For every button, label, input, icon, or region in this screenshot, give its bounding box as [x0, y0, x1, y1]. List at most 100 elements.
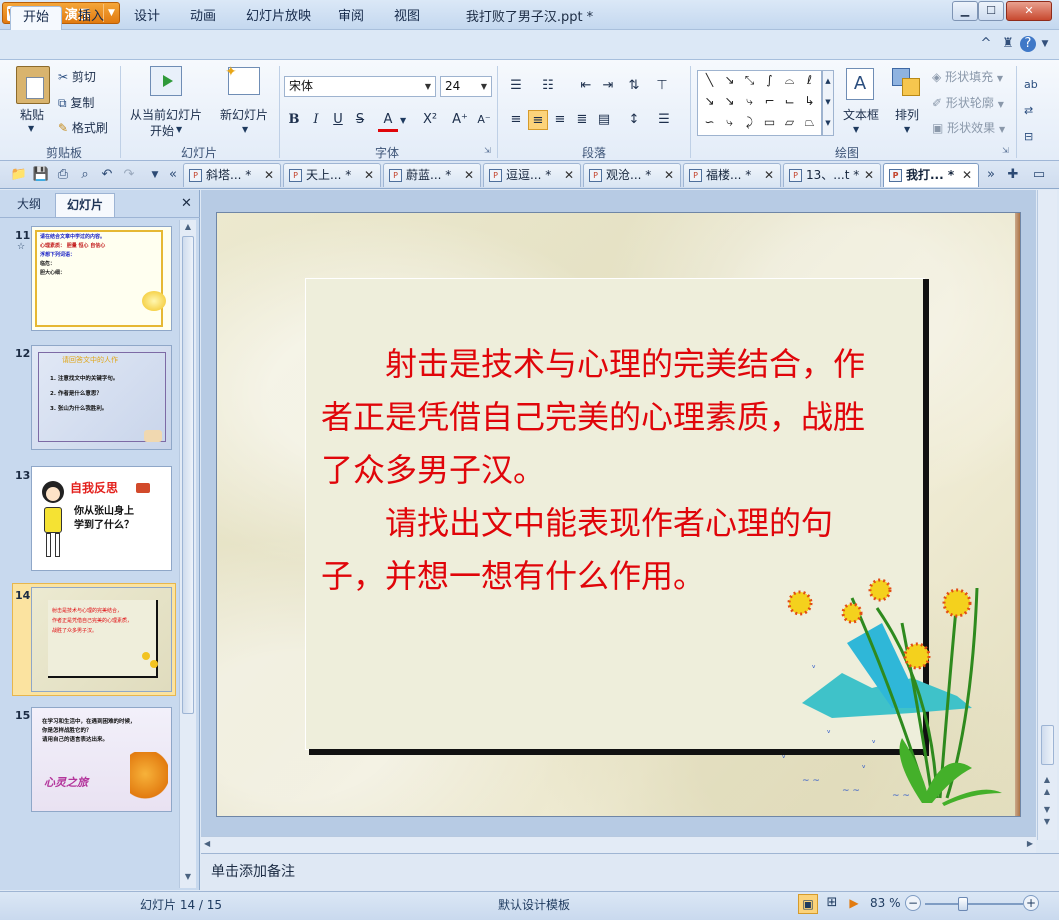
start-dropdown-icon[interactable]: ▼ — [176, 125, 182, 134]
tab-slides[interactable]: 幻灯片 — [55, 193, 115, 217]
numbered-list-button[interactable]: ☷ — [538, 76, 558, 96]
close-tab-icon[interactable]: ✕ — [564, 164, 574, 186]
zoom-in-button[interactable]: + — [1023, 895, 1039, 911]
freeform-shape-icon[interactable]: ⌓ — [780, 71, 799, 90]
play-from-current-icon[interactable] — [150, 66, 182, 96]
close-tab-icon[interactable]: ✕ — [664, 164, 674, 186]
document-tab[interactable]: P 逗逗... * ✕ — [483, 163, 581, 187]
collapse-ribbon-icon[interactable]: ^ — [978, 36, 994, 52]
bullet-list-button[interactable]: ☰ — [506, 76, 526, 96]
scroll-right-icon[interactable]: ▶ — [1027, 839, 1033, 848]
save-icon[interactable]: 💾 — [32, 166, 50, 184]
text-box-dropdown-icon[interactable]: ▼ — [853, 125, 859, 134]
copy-button[interactable]: ⧉ 复制 — [58, 94, 94, 111]
slide-text-box[interactable]: 射击是技术与心理的完美结合，作者正是凭借自己完美的心理素质，战胜了众多男子汉。 … — [321, 338, 896, 603]
paste-dropdown-icon[interactable]: ▼ — [28, 124, 34, 133]
new-slide-icon[interactable]: ✦ — [225, 64, 260, 95]
tab-animation[interactable]: 动画 — [178, 6, 228, 30]
close-tab-icon[interactable]: ✕ — [464, 164, 474, 186]
connector-arrow-shape-icon[interactable]: ↘ — [720, 92, 739, 111]
paste-icon[interactable] — [16, 66, 50, 104]
arrow-shape-icon[interactable]: ↘ — [720, 71, 739, 90]
minimize-button[interactable]: ▁ — [952, 1, 978, 21]
zoom-slider-thumb[interactable] — [958, 897, 968, 911]
close-tab-icon[interactable]: ✕ — [264, 164, 274, 186]
help-dropdown-icon[interactable]: ▼ — [1037, 36, 1053, 52]
increase-indent-button[interactable]: ⇥ — [598, 76, 618, 96]
arrange-icon[interactable] — [892, 68, 922, 98]
text-box-label[interactable]: 文本框 — [843, 106, 879, 123]
format-painter-button[interactable]: ✎ 格式刷 — [58, 119, 108, 136]
print-icon[interactable]: ⎙ — [54, 166, 72, 184]
help-icon[interactable]: ? — [1020, 36, 1036, 52]
rectangle-shape-icon[interactable]: ▭ — [760, 113, 779, 132]
double-arrow-shape-icon[interactable]: ⤡ — [740, 71, 759, 90]
close-tab-icon[interactable]: ✕ — [962, 164, 972, 186]
curve-shape-icon[interactable]: ∫ — [760, 71, 779, 90]
slide-thumbnail-13[interactable]: 自我反思 你从张山身上 学到了什么？ — [31, 466, 172, 571]
align-center-button[interactable]: ≡ — [528, 110, 548, 130]
tab-scroll-left-icon[interactable]: « — [164, 166, 182, 184]
tab-scroll-right-icon[interactable]: » — [982, 166, 1000, 184]
align-left-button[interactable]: ≡ — [506, 110, 526, 130]
font-color-dropdown-icon[interactable]: ▼ — [400, 116, 406, 125]
close-tab-icon[interactable]: ✕ — [864, 164, 874, 186]
cut-button[interactable]: ✂ 剪切 — [58, 68, 96, 85]
scroll-left-icon[interactable]: ◀ — [204, 839, 210, 848]
document-tab[interactable]: P 斜塔... * ✕ — [183, 163, 281, 187]
scroll-up-icon[interactable]: ▲ — [180, 220, 196, 234]
previous-slide-icon[interactable]: ▲ ▲ — [1038, 774, 1056, 798]
print-preview-icon[interactable]: ⌕ — [76, 166, 94, 184]
scribble-shape-icon[interactable]: ℓ — [800, 71, 819, 90]
new-slide-dropdown-icon[interactable]: ▼ — [242, 125, 248, 134]
font-name-select[interactable]: 宋体 ▼ — [284, 76, 436, 97]
more-tools-icon[interactable]: ab ⇄ ⊟ — [1024, 72, 1054, 150]
justify-button[interactable]: ≣ — [572, 110, 592, 130]
trapezoid-shape-icon[interactable]: ⏢ — [800, 113, 819, 132]
document-tab[interactable]: P 福楼... * ✕ — [683, 163, 781, 187]
increase-font-button[interactable]: A⁺ — [450, 110, 470, 130]
paste-button-label[interactable]: 粘贴 — [20, 106, 44, 123]
parallelogram-shape-icon[interactable]: ▱ — [780, 113, 799, 132]
slide-thumbnail-11[interactable]: 请在结合文章中学过的内容。 心理素质： 胆量 恒心 自信心 浮想下列词语： 临危… — [31, 226, 172, 331]
redo-icon[interactable]: ↷ — [120, 166, 138, 184]
line-spacing-button[interactable]: ↕ — [624, 110, 644, 130]
shape-fill-button[interactable]: ◈ 形状填充 ▼ — [932, 68, 1003, 85]
shapes-gallery[interactable]: ╲ ↘ ⤡ ∫ ⌓ ℓ ↘ ↘ ⤷ ⌐ ⌙ ↳ ∽ ⤷ ⤸ ▭ ▱ ⏢ — [697, 70, 822, 136]
notes-pane[interactable]: 单击添加备注 — [201, 853, 1059, 891]
tab-view[interactable]: 视图 — [382, 6, 432, 30]
paragraph-spacing-button[interactable]: ☰ — [654, 110, 674, 130]
connector-shape-icon[interactable]: ↘ — [700, 92, 719, 111]
decrease-indent-button[interactable]: ⇤ — [576, 76, 596, 96]
slide-thumbnail-14[interactable]: 射击是技术与心理的完美结合， 作者正是凭借自己完美的心理素质， 战胜了众多男子汉… — [31, 587, 172, 692]
text-box-icon[interactable]: A — [846, 68, 874, 100]
text-direction-button[interactable]: ⇅ — [624, 76, 644, 96]
slide-thumbnail-15[interactable]: 在学习和生活中，在遇到困难的时候， 你是怎样战胜它的？ 请用自己的语言表达出来。… — [31, 707, 172, 812]
align-right-button[interactable]: ≡ — [550, 110, 570, 130]
close-tab-icon[interactable]: ✕ — [764, 164, 774, 186]
decrease-font-button[interactable]: A⁻ — [474, 110, 494, 130]
open-folder-icon[interactable]: 📁 — [10, 166, 28, 184]
elbow-arrow-shape-icon[interactable]: ⌐ — [760, 92, 779, 111]
tab-slideshow[interactable]: 幻灯片放映 — [234, 6, 323, 30]
undo-icon[interactable]: ↶ — [98, 166, 116, 184]
close-window-button[interactable]: ✕ — [1006, 1, 1052, 21]
curved-double-arrow-shape-icon[interactable]: ⤷ — [720, 113, 739, 132]
tab-home[interactable]: 开始 — [10, 6, 63, 30]
curved-arrow-shape-icon[interactable]: ∽ — [700, 113, 719, 132]
slides-panel-scrollbar[interactable]: ▲ ▼ — [179, 220, 196, 888]
new-tab-icon[interactable]: ✚ — [1004, 166, 1022, 184]
slideshow-view-icon[interactable]: ▶ — [844, 894, 864, 914]
normal-view-icon[interactable]: ▣ — [798, 894, 818, 914]
tab-review[interactable]: 审阅 — [326, 6, 376, 30]
arrange-label[interactable]: 排列 — [895, 106, 919, 123]
slide-sorter-view-icon[interactable]: ⊞ — [822, 894, 842, 914]
start-label[interactable]: 开始 — [150, 122, 174, 139]
line-shape-icon[interactable]: ╲ — [700, 71, 719, 90]
underline-button[interactable]: U — [328, 110, 348, 130]
customize-toolbar-icon[interactable]: ▼ — [146, 166, 164, 184]
document-tab[interactable]: P 天上... * ✕ — [283, 163, 381, 187]
zoom-out-button[interactable]: − — [905, 895, 921, 911]
current-slide[interactable]: 射击是技术与心理的完美结合，作者正是凭借自己完美的心理素质，战胜了众多男子汉。 … — [216, 212, 1021, 817]
curved-connector-shape-icon[interactable]: ↳ — [800, 92, 819, 111]
